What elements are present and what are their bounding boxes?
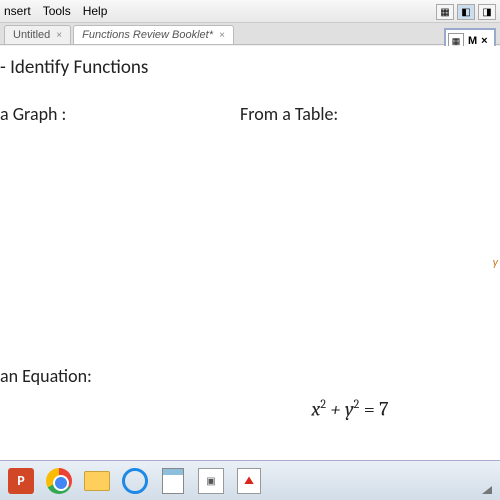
close-icon[interactable]: × (56, 30, 62, 41)
side-marker: y (493, 256, 498, 270)
ie-icon[interactable] (120, 466, 150, 496)
tray (482, 486, 492, 494)
tab-untitled[interactable]: Untitled × (4, 25, 71, 44)
folder-icon[interactable] (82, 466, 112, 496)
eq-y: y (345, 398, 354, 421)
page-heading: - Identify Functions (0, 56, 500, 79)
section-row: a Graph : From a Table: (0, 103, 500, 125)
equation-display: x2 + y2 = 7 (200, 397, 500, 421)
taskbar: P ▣ (0, 460, 500, 500)
eq-plus: + (326, 398, 345, 421)
tab-bar: Untitled × Functions Review Booklet* × (0, 23, 500, 45)
smartboard-icon[interactable]: ▣ (196, 466, 226, 496)
network-icon[interactable] (482, 486, 492, 494)
toolbar-button-2[interactable]: ◧ (457, 4, 475, 20)
from-equation-label: an Equation: (0, 365, 500, 387)
toolbar-right: ▦ ◧ ◨ (436, 0, 496, 23)
tab-label: Functions Review Booklet* (82, 29, 213, 41)
eq-x: x (311, 398, 320, 421)
notepad-icon[interactable] (158, 466, 188, 496)
pdf-icon[interactable] (234, 466, 264, 496)
menu-bar: nsert Tools Help (0, 0, 500, 23)
eq-equals: = 7 (359, 398, 388, 421)
toolbar-button-1[interactable]: ▦ (436, 4, 454, 20)
menu-tools[interactable]: Tools (43, 4, 71, 18)
tab-label: Untitled (13, 29, 50, 41)
from-table-label: From a Table: (240, 103, 338, 125)
menu-insert[interactable]: nsert (4, 4, 31, 18)
chrome-icon[interactable] (44, 466, 74, 496)
menu-help[interactable]: Help (83, 4, 108, 18)
tab-functions-review[interactable]: Functions Review Booklet* × (73, 25, 234, 44)
from-graph-label: a Graph : (0, 103, 240, 125)
close-icon[interactable]: × (219, 30, 225, 41)
document-page: - Identify Functions a Graph : From a Ta… (0, 46, 500, 460)
toolbar-button-3[interactable]: ◨ (478, 4, 496, 20)
powerpoint-icon[interactable]: P (6, 466, 36, 496)
